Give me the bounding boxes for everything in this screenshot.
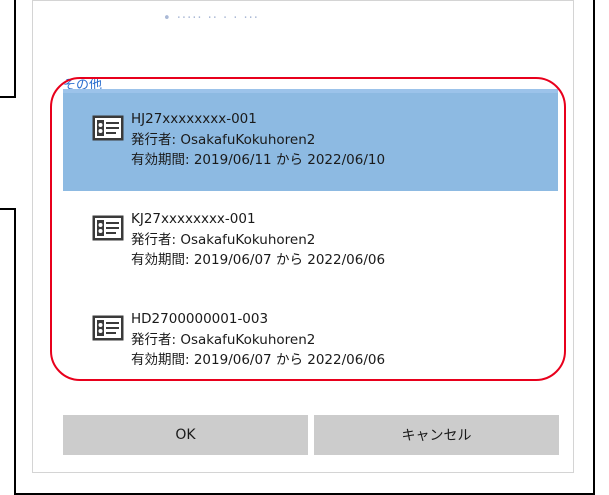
frame-line-left-top-tick — [0, 96, 16, 98]
dialog-faded-header-text: • ····· ·· · · ··· — [163, 11, 259, 26]
ok-button[interactable]: OK — [63, 415, 308, 455]
highlight-annotation-ring — [50, 77, 566, 381]
frame-line-right — [593, 0, 595, 495]
cancel-button[interactable]: キャンセル — [314, 415, 559, 455]
frame-line-left-top — [14, 0, 16, 98]
frame-line-left-bottom-tick — [0, 208, 16, 210]
frame-line-left-bottom — [14, 208, 16, 495]
